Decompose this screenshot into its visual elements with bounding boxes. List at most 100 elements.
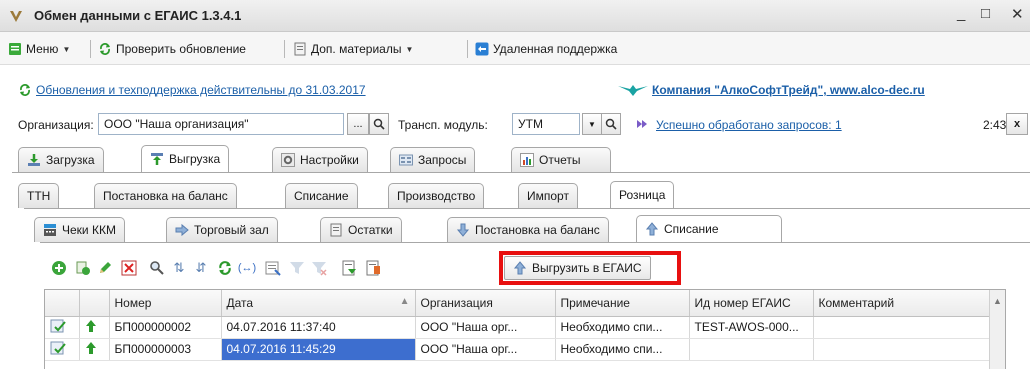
table-cell: ООО "Наша орг... [415,316,556,339]
subtab-production[interactable]: Производство [388,183,485,208]
subtab-stock[interactable]: Остатки [320,217,402,242]
column-header[interactable]: Комментарий [813,290,992,317]
subtab-import[interactable]: Импорт [518,183,578,208]
subtab-writeoff[interactable]: Списание [285,183,358,208]
copy-icon[interactable] [74,259,92,277]
subtab-balance-label: Постановка на баланс [103,189,228,203]
sort-desc-icon[interactable]: ⇵ [192,259,210,277]
table-cell: БП000000002 [109,316,222,339]
column-header[interactable]: Номер [109,290,222,317]
clear-filter-icon[interactable] [310,259,328,277]
tab-unload[interactable]: Выгрузка [141,145,230,172]
maximize-button[interactable]: □ [981,5,990,22]
updates-link[interactable]: Обновления и техподдержка действительны … [18,81,366,99]
subtab-retail-writeoff[interactable]: Списание [636,215,782,242]
table-cell: БП000000003 [109,338,222,361]
updates-link-text: Обновления и техподдержка действительны … [36,83,366,97]
subtab-production-label: Производство [397,189,476,203]
title-bar: Обмен данными с ЕГАИС 1.3.4.1 _ □ ✕ [0,0,1030,32]
transport-module-field[interactable]: УТМ [512,113,580,135]
check-update-button[interactable]: Проверить обновление [98,40,246,58]
report-export-icon[interactable] [340,259,358,277]
tab-requests-label: Запросы [418,153,467,167]
column-header-label: Дата [226,295,254,310]
tab-load-label: Загрузка [46,153,95,167]
remote-support-button[interactable]: Удаленная поддержка [475,40,617,58]
table-header: Номер Дата ▲ Организация Примечание Ид но… [45,290,992,317]
table-cell-selected: 04.07.2016 11:45:29 [221,338,416,361]
processed-requests-link[interactable]: Успешно обработано запросов: 1 [656,118,842,132]
column-header[interactable]: Дата ▲ [221,290,416,317]
document-icon [330,223,342,237]
scroll-up-icon[interactable]: ▲ [990,290,1005,306]
organization-label: Организация: [18,118,94,132]
column-header[interactable]: Ид номер ЕГАИС [689,290,814,317]
search-icon[interactable] [369,113,389,135]
table-row[interactable]: БП000000002 04.07.2016 11:37:40 ООО "Наш… [45,316,992,339]
subtab-retail-balance[interactable]: Постановка на баланс [447,217,609,242]
close-window-button[interactable]: ✕ [1011,5,1024,23]
menu-bar: Меню ▼ Проверить обновление Доп. материа… [0,32,1030,65]
subtab-ttn[interactable]: ТТН [18,183,60,208]
subtab-sales-floor[interactable]: Торговый зал [166,217,278,242]
remote-support-icon [475,42,489,56]
find-icon[interactable] [148,259,166,277]
requests-icon [399,154,413,166]
menu-separator [467,40,468,58]
retail-tabs: Чеки ККМ Торговый зал Остатки Постановка… [0,215,1030,243]
forward-arrow-icon [637,120,647,128]
settings-list-icon[interactable] [264,259,282,277]
company-logo-icon [618,85,648,96]
extra-materials-button[interactable]: Доп. материалы ▼ [293,40,413,58]
table-cell [689,338,814,361]
subtab-sales-floor-label: Торговый зал [194,223,269,237]
close-icon[interactable]: x [1006,113,1028,135]
subtab-receipts[interactable]: Чеки ККМ [34,217,125,242]
tab-load[interactable]: Загрузка [18,147,104,172]
refresh-icon[interactable] [216,259,234,277]
reports-icon [520,153,534,167]
subtab-retail-balance-label: Постановка на баланс [475,223,600,237]
arrow-down-icon [456,223,470,237]
chevron-down-icon[interactable]: ▼ [582,113,602,135]
column-header-icon [45,290,80,317]
window-title: Обмен данными с ЕГАИС 1.3.4.1 [34,8,242,23]
organization-row: Организация: ООО "Наша организация" ... … [0,113,1030,137]
tab-divider [40,242,1030,243]
table-cell [813,316,992,339]
refresh-icon [100,43,110,55]
tab-reports[interactable]: Отчеты [511,147,611,172]
delete-icon[interactable] [120,259,138,277]
refresh-icon [20,84,30,96]
sort-asc-icon[interactable]: ⇅ [170,259,188,277]
tab-requests[interactable]: Запросы [390,147,476,172]
document-icon [294,42,306,56]
remote-support-label: Удаленная поддержка [493,42,618,56]
add-icon[interactable] [50,259,68,277]
tab-reports-label: Отчеты [539,153,581,167]
subtab-import-label: Импорт [527,189,569,203]
tab-unload-label: Выгрузка [169,152,221,166]
select-organization-button[interactable]: ... [347,113,369,135]
report-print-icon[interactable] [364,259,382,277]
tab-settings[interactable]: Настройки [272,147,368,172]
menu-button[interactable]: Меню ▼ [8,40,70,58]
column-header[interactable]: Организация [415,290,556,317]
subtab-balance[interactable]: Постановка на баланс [94,183,237,208]
column-header[interactable]: Примечание [555,290,690,317]
search-icon[interactable] [601,113,621,135]
filter-icon[interactable] [288,259,306,277]
table-row[interactable]: БП000000003 04.07.2016 11:45:29 ООО "Наш… [45,338,992,361]
documents-table: Номер Дата ▲ Организация Примечание Ид но… [44,289,1006,369]
sort-indicator-icon: ▲ [399,295,410,307]
link-icon[interactable]: (↔) [238,259,256,277]
row-upload-icon [79,316,110,339]
minimize-button[interactable]: _ [957,5,965,22]
vertical-scrollbar[interactable]: ▲ [989,290,1005,369]
company-link[interactable]: Компания "АлкоСофтТрейд", www.alco-dec.r… [618,81,925,99]
table-cell: TEST-AWOS-000... [689,316,814,339]
organization-field[interactable]: ООО "Наша организация" [98,113,344,135]
edit-icon[interactable] [96,259,114,277]
tab-settings-label: Настройки [300,153,359,167]
subtab-retail[interactable]: Розница [610,181,675,208]
